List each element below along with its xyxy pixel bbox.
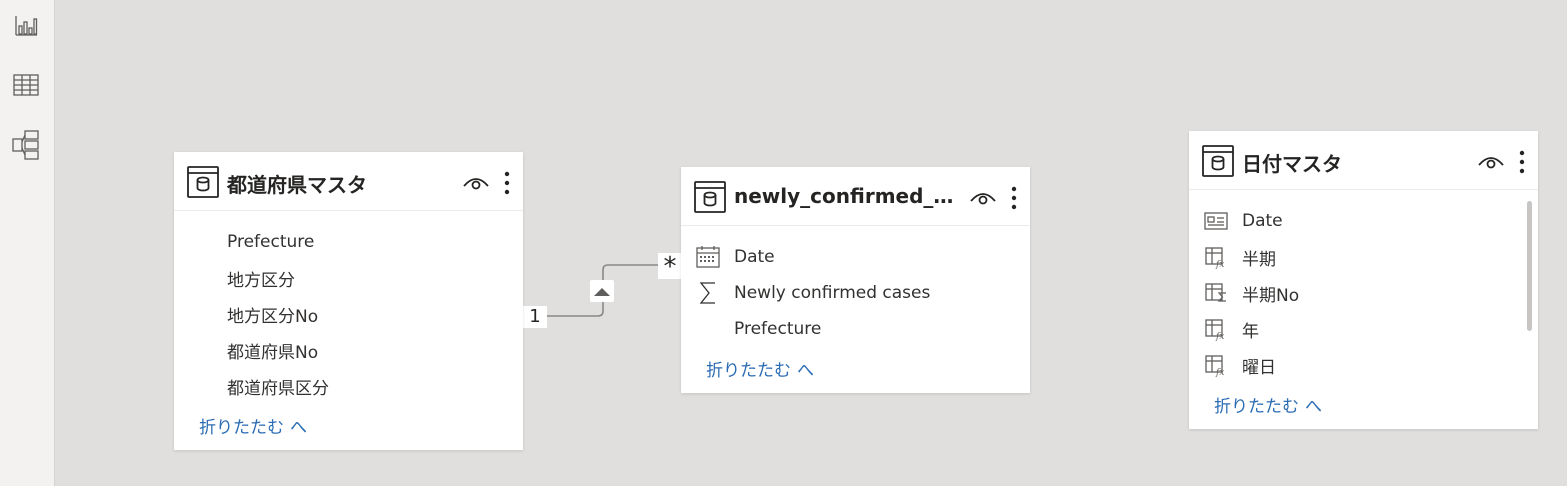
- field-label: 都道府県区分: [227, 378, 329, 399]
- table-title: 都道府県マスタ: [227, 173, 367, 197]
- eye-icon[interactable]: [1478, 153, 1504, 171]
- table-icon: [1202, 145, 1234, 177]
- calendar-icon: [695, 245, 721, 269]
- calculated-column-icon: fx: [1203, 353, 1229, 377]
- collapse-label: 折りたたむ: [706, 361, 791, 381]
- chevron-up-icon: へ: [797, 361, 814, 381]
- field-label: Prefecture: [227, 232, 315, 252]
- chevron-up-icon: へ: [290, 418, 307, 438]
- table-card-date-master[interactable]: 日付マスタ Date fx 半期 半期No fx 年 fx 曜日 折りたたむ へ: [1189, 131, 1538, 429]
- table-card-header: 都道府県マスタ: [174, 152, 523, 211]
- table-title: 日付マスタ: [1242, 152, 1342, 176]
- collapse-link[interactable]: 折りたたむへ: [199, 413, 307, 438]
- chevron-up-icon: へ: [1305, 397, 1322, 417]
- relationship-many-marker: *: [658, 253, 682, 281]
- field-label: 都道府県No: [227, 342, 319, 363]
- field-label: 地方区分No: [227, 306, 319, 327]
- field-row[interactable]: Prefecture: [174, 227, 523, 257]
- eye-icon[interactable]: [463, 174, 489, 192]
- field-row[interactable]: 地方区分No: [174, 299, 523, 329]
- relationship-one-marker: 1: [523, 306, 547, 328]
- svg-text:fx: fx: [1215, 332, 1224, 341]
- more-options-icon[interactable]: [1010, 185, 1018, 211]
- more-options-icon[interactable]: [503, 170, 511, 196]
- field-label: 地方区分: [227, 270, 295, 291]
- calculated-column-icon: fx: [1203, 245, 1229, 269]
- field-row[interactable]: Newly confirmed cases: [681, 278, 1030, 308]
- table-card-header: newly_confirmed_cas...: [681, 167, 1030, 226]
- filter-direction-arrow-icon[interactable]: [590, 280, 614, 302]
- field-label: Date: [1242, 211, 1283, 231]
- field-label: Date: [734, 247, 775, 267]
- field-row[interactable]: 地方区分: [174, 263, 523, 293]
- field-row[interactable]: 都道府県区分: [174, 371, 523, 401]
- table-icon: [694, 181, 726, 213]
- calculated-sum-column-icon: [1203, 281, 1229, 305]
- table-icon: [187, 166, 219, 198]
- collapse-label: 折りたたむ: [1214, 397, 1299, 417]
- table-card-header: 日付マスタ: [1189, 131, 1538, 190]
- scrollbar[interactable]: [1527, 201, 1532, 331]
- field-row[interactable]: Prefecture: [681, 314, 1030, 344]
- field-label: 半期: [1242, 249, 1276, 270]
- collapse-link[interactable]: 折りたたむへ: [706, 356, 814, 381]
- field-row[interactable]: fx 年: [1189, 314, 1538, 344]
- table-card-prefecture-master[interactable]: 都道府県マスタ Prefecture 地方区分 地方区分No 都道府県No 都道…: [174, 152, 523, 450]
- field-row[interactable]: fx 半期: [1189, 242, 1538, 272]
- eye-icon[interactable]: [970, 189, 996, 207]
- field-label: 半期No: [1242, 285, 1300, 306]
- field-label: Newly confirmed cases: [734, 283, 931, 303]
- field-row[interactable]: Date: [1189, 206, 1538, 236]
- field-row[interactable]: fx 曜日: [1189, 350, 1538, 380]
- svg-text:fx: fx: [1215, 260, 1224, 269]
- field-row[interactable]: 半期No: [1189, 278, 1538, 308]
- field-row[interactable]: Date: [681, 242, 1030, 272]
- field-label: Prefecture: [734, 319, 822, 339]
- more-options-icon[interactable]: [1518, 149, 1526, 175]
- collapse-link[interactable]: 折りたたむへ: [1214, 392, 1322, 417]
- svg-text:fx: fx: [1215, 368, 1224, 377]
- table-title: newly_confirmed_cas...: [734, 184, 959, 208]
- sigma-icon: [695, 281, 721, 305]
- field-label: 年: [1242, 321, 1259, 342]
- collapse-label: 折りたたむ: [199, 418, 284, 438]
- field-row[interactable]: 都道府県No: [174, 335, 523, 365]
- calculated-column-icon: fx: [1203, 317, 1229, 341]
- id-card-icon: [1203, 209, 1229, 233]
- table-card-newly-confirmed-cases[interactable]: newly_confirmed_cas... Date Newly confir…: [681, 167, 1030, 393]
- field-label: 曜日: [1242, 357, 1276, 378]
